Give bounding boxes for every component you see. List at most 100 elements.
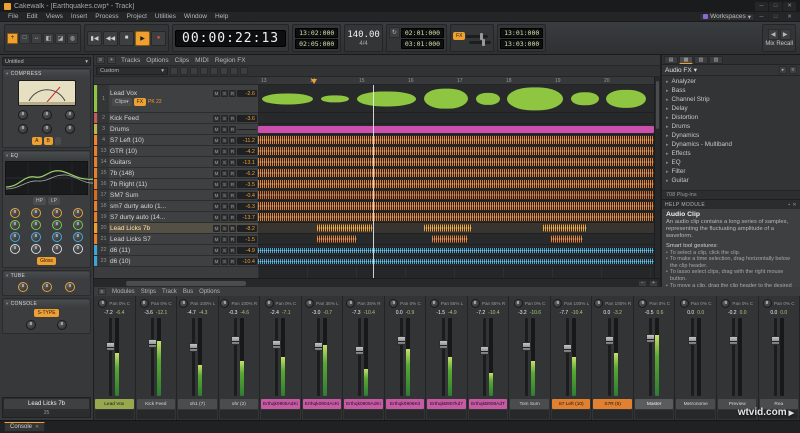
beat-time-display[interactable]: 13:02:000 (295, 27, 339, 38)
trackview-menu-options[interactable]: Options (143, 57, 171, 64)
strip-name-label[interactable]: Erthqk0905AdKi (344, 399, 383, 409)
fader-track[interactable] (147, 318, 157, 396)
strip-output-box[interactable] (344, 410, 383, 419)
track-row[interactable]: 23 d6 (10) M S R -10.4 (94, 256, 258, 267)
compressor-b-button[interactable]: B (43, 137, 53, 145)
track-m-button[interactable]: M (213, 90, 220, 97)
console-menu-modules[interactable]: Modules (112, 289, 135, 295)
track-volume-readout[interactable]: -4.2 (237, 147, 257, 155)
track-row[interactable]: 16 7b Right (11) M S R -3.5 (94, 179, 258, 190)
track-volume-readout[interactable]: -6.3 (237, 202, 257, 210)
fader-track[interactable] (563, 318, 573, 396)
zoom-in-button[interactable]: + (649, 279, 658, 287)
mixer-strip[interactable]: Pan 0% C -3.2 -10.6 Tom Sum (509, 296, 551, 420)
strip-name-label[interactable]: Erthqk0904AcKi (302, 399, 342, 409)
eq-graph[interactable] (5, 161, 93, 195)
strip-output-box[interactable] (95, 410, 134, 419)
track-widget-icon[interactable] (170, 67, 178, 75)
audio-clip[interactable] (317, 224, 373, 232)
time-ruler[interactable]: 13 14 15 16 17 18 19 20 (258, 77, 654, 85)
fader-track[interactable] (313, 318, 323, 396)
track-name[interactable]: Lead Licks S7 (110, 236, 212, 243)
mixer-strip[interactable]: Pan 100% R -0.3 -4.6 ohr (2) (218, 296, 261, 420)
track-clips-dropdown[interactable]: Clips ▾ (112, 98, 132, 106)
fader-track[interactable] (230, 318, 240, 396)
audio-fx-dropdown[interactable]: Audio FX (665, 67, 692, 74)
track-r-button[interactable]: R (229, 191, 236, 199)
clip-lane[interactable] (258, 245, 654, 256)
compressor-knob[interactable] (41, 110, 52, 120)
audio-clip[interactable] (317, 235, 357, 243)
fader-track[interactable] (646, 318, 656, 396)
strip-name-label[interactable]: S7 Left (10) (551, 399, 591, 409)
track-s-button[interactable]: S (221, 169, 228, 177)
strip-output-box[interactable] (593, 410, 632, 419)
fx-toggle-button[interactable]: FX (453, 32, 466, 40)
strip-output-box[interactable] (261, 410, 300, 419)
track-widget-icon[interactable] (180, 67, 188, 75)
erase-tool-icon[interactable]: ◪ (55, 32, 66, 44)
track-m-button[interactable]: M (213, 202, 220, 210)
compressor-knob[interactable] (65, 124, 76, 134)
strip-output-box[interactable] (302, 410, 342, 419)
audio-clip[interactable] (432, 235, 468, 243)
workspaces-dropdown[interactable]: Workspaces ▾ (699, 12, 755, 21)
clip-lane[interactable] (258, 157, 654, 168)
plugin-category-item[interactable]: ▸ Distortion (662, 113, 800, 122)
strip-name-label[interactable]: Erthqk0906Kit (385, 399, 425, 409)
fader-track[interactable] (106, 318, 116, 396)
track-volume-readout[interactable]: -8.2 (237, 224, 257, 232)
track-s-button[interactable]: S (221, 147, 228, 155)
console-menu-track[interactable]: Track (162, 289, 177, 295)
doc-restore-button[interactable]: □ (769, 12, 782, 21)
clip-lane[interactable] (258, 113, 654, 124)
console-menu-bus[interactable]: Bus (183, 289, 193, 295)
pin-icon[interactable]: ▪ (788, 202, 790, 208)
console-dock-tab[interactable]: Console ✕ (4, 422, 46, 432)
plugin-category-item[interactable]: ▸ EQ (662, 158, 800, 167)
clip-lane[interactable] (258, 124, 654, 135)
track-row[interactable]: 1 Lead Vox M S R -2.6 Clips ▾ FX PK 22 (94, 85, 258, 113)
track-r-button[interactable]: R (229, 213, 236, 221)
close-tab-icon[interactable]: ✕ (35, 424, 39, 430)
compressor-knob[interactable] (41, 124, 52, 134)
strip-name-label[interactable]: S7R (5) (593, 399, 632, 409)
track-manager-icon[interactable]: ≡ (96, 56, 105, 64)
fader-track[interactable] (355, 318, 365, 396)
clip-lane[interactable] (258, 212, 654, 223)
eq-band-knob[interactable] (72, 244, 83, 254)
eq-band-knob[interactable] (72, 232, 83, 242)
track-s-button[interactable]: S (221, 125, 228, 133)
track-name[interactable]: Kick Feed (110, 115, 212, 122)
horizontal-scrollbar-thumb[interactable] (126, 280, 246, 286)
fader-handle[interactable] (521, 341, 531, 351)
strip-output-box[interactable] (427, 410, 466, 419)
track-volume-readout[interactable]: -4.9 (237, 246, 257, 254)
compressor-header[interactable]: ▾ COMPRESS (4, 70, 89, 78)
fader-track[interactable] (480, 318, 490, 396)
audio-clip[interactable] (258, 169, 654, 177)
clip-lane[interactable] (258, 85, 654, 113)
mixer-strip[interactable]: Pan 100% L -7.7 -10.4 S7 Left (10) (550, 296, 593, 420)
track-widget-icon[interactable] (190, 67, 198, 75)
strip-name-label[interactable]: Erthqk0905AdKi (261, 399, 300, 409)
fader-handle[interactable] (313, 341, 323, 351)
minimize-button[interactable]: ─ (755, 1, 768, 11)
stop-button[interactable]: ■ (119, 30, 134, 46)
plugin-category-item[interactable]: ▸ Guitar (662, 176, 800, 185)
track-r-button[interactable]: R (229, 158, 236, 166)
track-s-button[interactable]: S (221, 235, 228, 243)
main-time-display[interactable]: 00:00:22:13 (175, 29, 287, 47)
mix-slider-2[interactable] (469, 39, 492, 46)
track-name[interactable]: S7 Left (10) (110, 137, 212, 144)
track-r-button[interactable]: R (229, 235, 236, 243)
fader-handle[interactable] (106, 341, 116, 351)
audio-clip[interactable] (258, 180, 654, 188)
track-s-button[interactable]: S (221, 136, 228, 144)
compressor-a-button[interactable]: A (32, 137, 42, 145)
mixer-strip[interactable]: Pan 35% L -3.0 -0.7 Erthqk0904AcKi (301, 296, 344, 420)
fader-handle[interactable] (729, 335, 739, 345)
eq-band-knob[interactable] (10, 232, 21, 242)
audio-clip[interactable] (258, 247, 654, 253)
track-m-button[interactable]: M (213, 224, 220, 232)
